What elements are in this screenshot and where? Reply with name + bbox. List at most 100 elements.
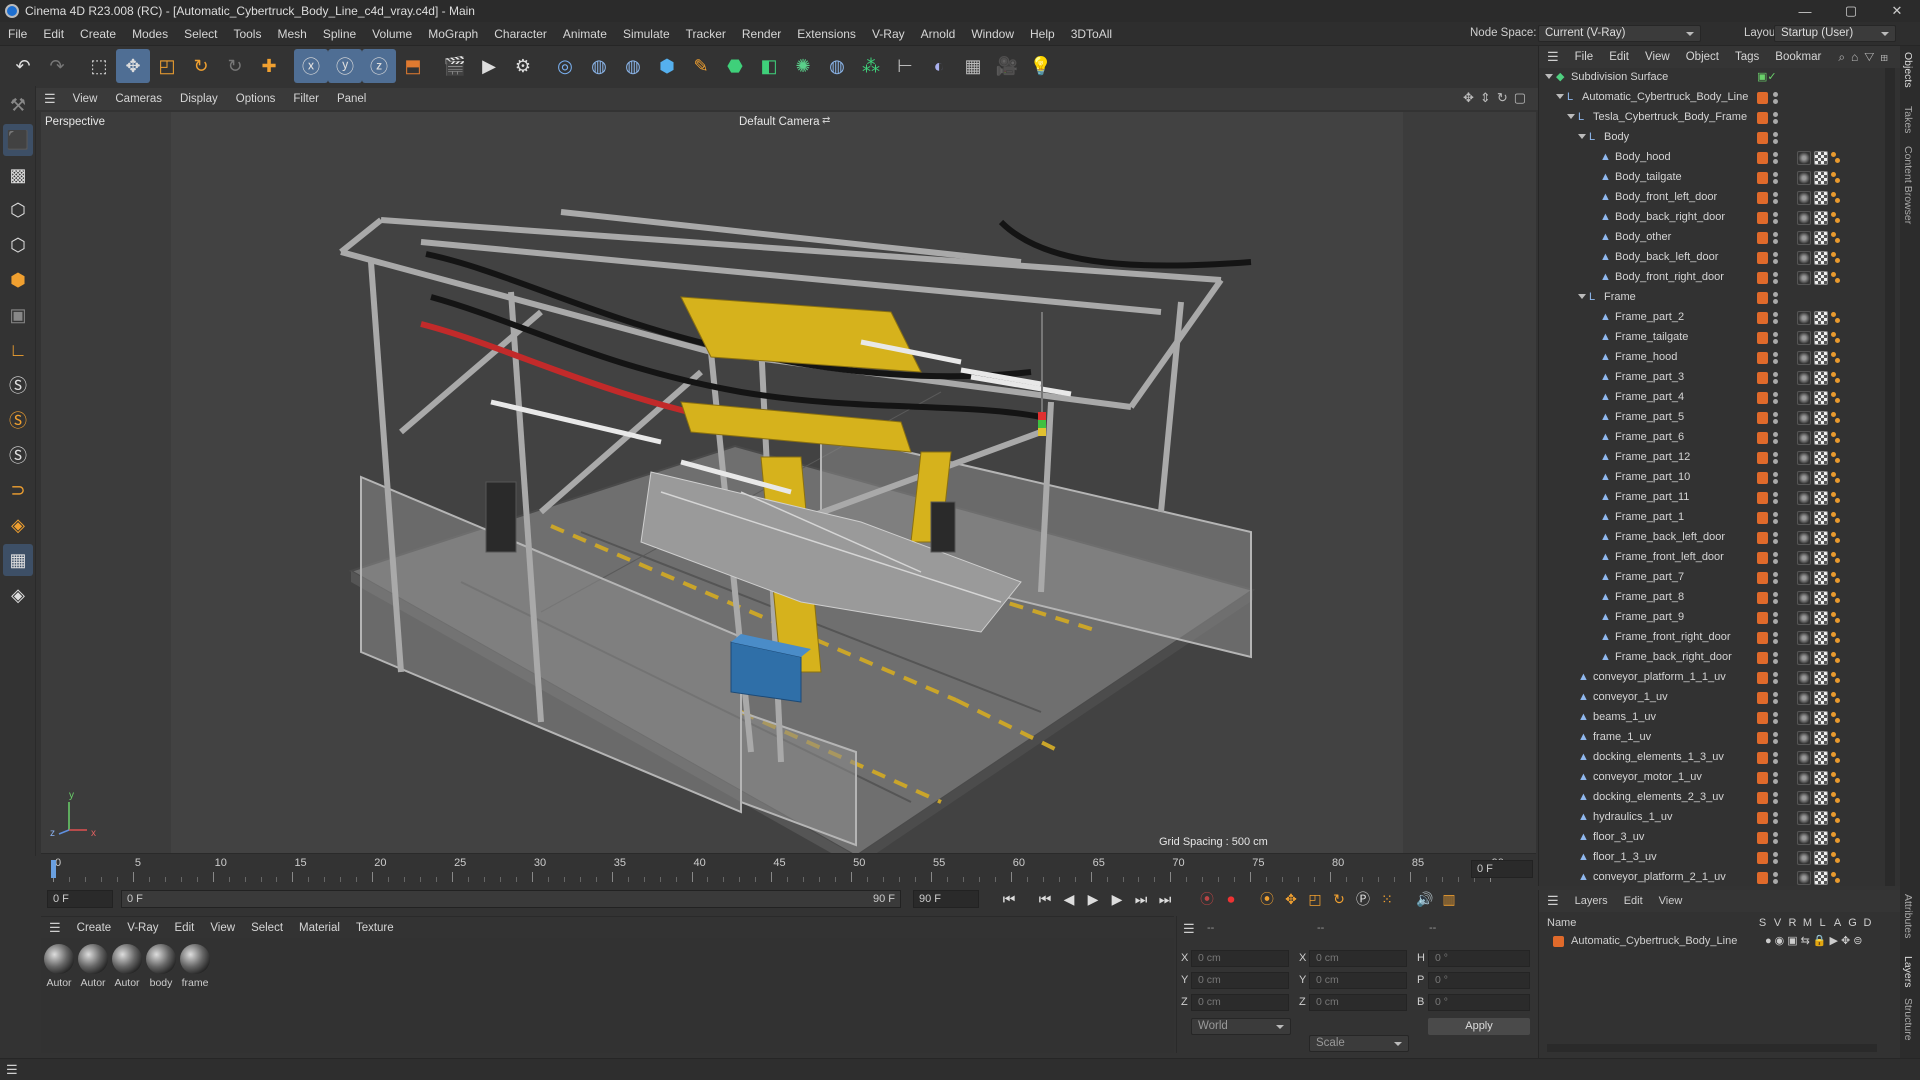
vray-material-tag-icon[interactable] xyxy=(1797,511,1811,525)
hair-icon[interactable]: ⊢ xyxy=(888,49,922,83)
layer-color-swatch[interactable] xyxy=(1757,632,1768,644)
texture-tag-icon[interactable] xyxy=(1814,351,1828,365)
object-row[interactable]: ▲ Body_front_left_door xyxy=(1539,188,1879,208)
layer-color-swatch[interactable] xyxy=(1757,512,1768,524)
layout-select[interactable]: Startup (User) xyxy=(1774,25,1896,42)
material-menu-select[interactable]: Select xyxy=(243,922,291,934)
menu-v-ray[interactable]: V-Ray xyxy=(864,22,913,46)
vray-material-tag-icon[interactable] xyxy=(1797,591,1811,605)
texture-tag-icon[interactable] xyxy=(1814,711,1828,725)
start-frame-field[interactable]: 0 F xyxy=(47,890,113,908)
workplane-icon[interactable]: ◈ xyxy=(3,509,33,541)
vray-material-tag-icon[interactable] xyxy=(1797,411,1811,425)
material-menu-create[interactable]: Create xyxy=(69,922,120,934)
object-row[interactable]: ▲ Frame_part_6 xyxy=(1539,428,1879,448)
object-name[interactable]: Tesla_Cybertruck_Body_Frame xyxy=(1593,111,1747,123)
vray-material-tag-icon[interactable] xyxy=(1797,571,1811,585)
phong-tag-icon[interactable] xyxy=(1831,311,1841,325)
object-row[interactable]: ▲ Frame_part_1 xyxy=(1539,508,1879,528)
menu-simulate[interactable]: Simulate xyxy=(615,22,678,46)
object-row[interactable]: ▲ Frame_part_3 xyxy=(1539,368,1879,388)
y-axis-icon[interactable]: ⓨ xyxy=(328,49,362,83)
menu-window[interactable]: Window xyxy=(963,22,1022,46)
coordinate-system-icon[interactable]: ⬒ xyxy=(396,49,430,83)
object-name[interactable]: beams_1_uv xyxy=(1593,711,1656,723)
material-menu-texture[interactable]: Texture xyxy=(348,922,402,934)
phong-tag-icon[interactable] xyxy=(1831,731,1841,745)
object-name[interactable]: Frame_part_2 xyxy=(1615,311,1684,323)
menu-mesh[interactable]: Mesh xyxy=(269,22,314,46)
vray-material-tag-icon[interactable] xyxy=(1797,331,1811,345)
menu-volume[interactable]: Volume xyxy=(364,22,420,46)
layer-color-swatch[interactable] xyxy=(1757,292,1768,304)
visibility-dots-icon[interactable] xyxy=(1773,811,1779,825)
object-name[interactable]: Frame xyxy=(1604,291,1636,303)
hamburger-icon[interactable]: ☰ xyxy=(41,920,69,936)
layer-color-swatch[interactable] xyxy=(1757,312,1768,324)
object-name[interactable]: conveyor_platform_2_1_uv xyxy=(1593,871,1726,883)
visibility-dots-icon[interactable] xyxy=(1773,691,1779,705)
layer-color-swatch[interactable] xyxy=(1757,832,1768,844)
object-row[interactable]: ▲ Body_other xyxy=(1539,228,1879,248)
layer-color-swatch[interactable] xyxy=(1757,792,1768,804)
phong-tag-icon[interactable] xyxy=(1831,651,1841,665)
layer-name[interactable]: Automatic_Cybertruck_Body_Line xyxy=(1571,935,1737,947)
texture-tag-icon[interactable] xyxy=(1814,691,1828,705)
viewport-nav-icons[interactable]: ✥⇕↻▢ xyxy=(1463,90,1532,106)
visibility-dots-icon[interactable] xyxy=(1773,791,1779,805)
texture-tag-icon[interactable] xyxy=(1814,671,1828,685)
object-row[interactable]: ▲ docking_elements_2_3_uv xyxy=(1539,788,1879,808)
texture-tag-icon[interactable] xyxy=(1814,791,1828,805)
scale-tool-icon[interactable]: ◰ xyxy=(150,49,184,83)
vray-material-tag-icon[interactable] xyxy=(1797,711,1811,725)
floor-icon[interactable]: ▦ xyxy=(956,49,990,83)
object-name[interactable]: Frame_back_left_door xyxy=(1615,531,1725,543)
layer-color-swatch[interactable] xyxy=(1757,572,1768,584)
layer-color-swatch[interactable] xyxy=(1757,232,1768,244)
render-settings-icon[interactable]: ⚙ xyxy=(506,49,540,83)
current-frame-field[interactable]: 0 F xyxy=(1471,860,1533,878)
size-field[interactable]: 0 cm xyxy=(1309,950,1407,967)
phong-tag-icon[interactable] xyxy=(1831,251,1841,265)
deformer-icon[interactable]: ◧ xyxy=(752,49,786,83)
object-row[interactable]: ▲ floor_1_3_uv xyxy=(1539,848,1879,868)
texture-tag-icon[interactable] xyxy=(1814,371,1828,385)
vray-material-tag-icon[interactable] xyxy=(1797,771,1811,785)
phong-tag-icon[interactable] xyxy=(1831,551,1841,565)
object-row[interactable]: ▲ Frame_part_9 xyxy=(1539,608,1879,628)
object-name[interactable]: Body xyxy=(1604,131,1629,143)
layer-color-swatch[interactable] xyxy=(1757,212,1768,224)
visibility-dots-icon[interactable] xyxy=(1773,151,1779,165)
viewport-menu-view[interactable]: View xyxy=(64,93,107,105)
vray-material-tag-icon[interactable] xyxy=(1797,611,1811,625)
object-row[interactable]: ▲ conveyor_motor_1_uv xyxy=(1539,768,1879,788)
playhead[interactable] xyxy=(51,860,56,878)
object-name[interactable]: Frame_part_6 xyxy=(1615,431,1684,443)
texture-tag-icon[interactable] xyxy=(1814,651,1828,665)
object-row[interactable]: ▲ Frame_back_right_door xyxy=(1539,648,1879,668)
visibility-dots-icon[interactable] xyxy=(1773,831,1779,845)
visibility-dots-icon[interactable] xyxy=(1773,291,1779,305)
object-name[interactable]: Frame_part_10 xyxy=(1615,471,1690,483)
phong-tag-icon[interactable] xyxy=(1831,171,1841,185)
phong-tag-icon[interactable] xyxy=(1831,531,1841,545)
content-browser-tab[interactable]: Content Browser xyxy=(1902,146,1914,224)
layer-color-swatch[interactable] xyxy=(1757,412,1768,424)
object-row[interactable]: ▲ Body_back_right_door xyxy=(1539,208,1879,228)
layer-color-swatch[interactable] xyxy=(1757,852,1768,864)
texture-tag-icon[interactable] xyxy=(1814,611,1828,625)
object-row[interactable]: ▲ conveyor_1_uv xyxy=(1539,688,1879,708)
object-row[interactable]: ▲ Frame_part_7 xyxy=(1539,568,1879,588)
visibility-dots-icon[interactable] xyxy=(1773,351,1779,365)
texture-mode-icon[interactable]: ▩ xyxy=(3,159,33,191)
layer-color-swatch[interactable] xyxy=(1757,392,1768,404)
grid-icon[interactable]: ▦ xyxy=(3,544,33,576)
vray-material-tag-icon[interactable] xyxy=(1797,211,1811,225)
undo-icon[interactable]: ↶ xyxy=(6,49,40,83)
object-search-filter-icons[interactable]: ⌕⌂▽⊞ xyxy=(1838,50,1894,65)
object-name[interactable]: Frame_front_left_door xyxy=(1615,551,1724,563)
layer-color-swatch[interactable] xyxy=(1757,672,1768,684)
go-to-start-icon[interactable]: ⏮ xyxy=(997,887,1021,911)
phong-tag-icon[interactable] xyxy=(1831,151,1841,165)
vray-material-tag-icon[interactable] xyxy=(1797,871,1811,885)
